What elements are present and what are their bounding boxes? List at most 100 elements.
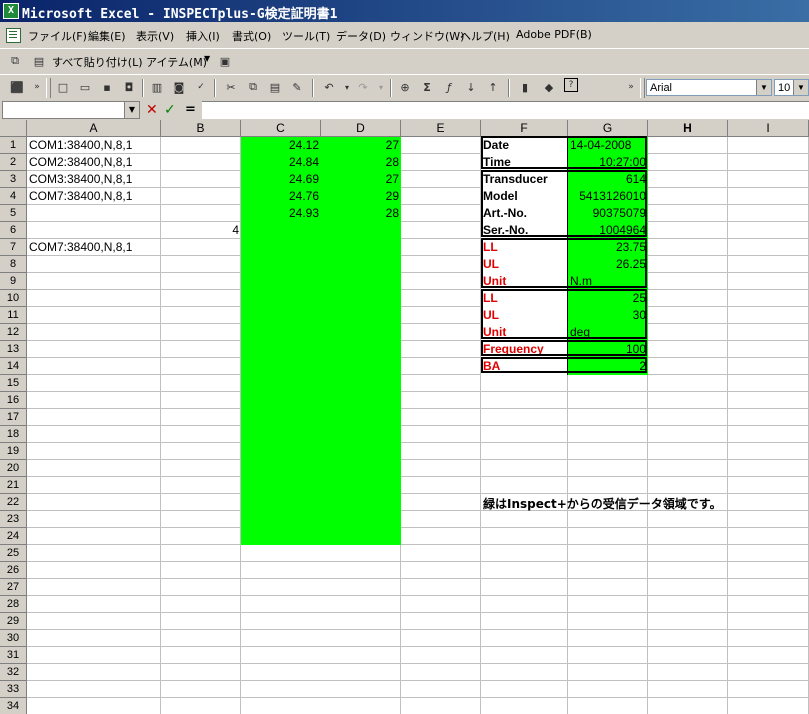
row-header-8[interactable]: 8 [0,256,27,273]
row-header-16[interactable]: 16 [0,392,27,409]
items-dropdown[interactable]: アイテム(M) [146,54,207,70]
menu-window[interactable]: ウィンドウ(W) [390,28,464,44]
menu-view[interactable]: 表示(V) [136,28,174,44]
menu-adobe-pdf[interactable]: Adobe PDF(B) [516,28,592,41]
font-size-combo[interactable]: 10 ▼ [774,79,809,96]
row-header-7[interactable]: 7 [0,239,27,256]
row-header-19[interactable]: 19 [0,443,27,460]
column-header-h[interactable]: H [648,120,728,137]
row-header-29[interactable]: 29 [0,613,27,630]
row-header-6[interactable]: 6 [0,222,27,239]
row-header-27[interactable]: 27 [0,579,27,596]
cut-icon[interactable]: ✂ [222,78,240,96]
formula-input[interactable] [202,101,809,119]
row-header-22[interactable]: 22 [0,494,27,511]
save-icon[interactable]: ▪ [98,78,116,96]
menu-format[interactable]: 書式(O) [232,28,271,44]
paste-icon[interactable]: ▤ [30,52,48,70]
info-label[interactable]: UL [481,307,568,324]
column-header-a[interactable]: A [27,120,161,137]
sort-ascending-icon[interactable]: ↓ [462,78,480,96]
info-label[interactable]: Unit [481,324,568,341]
name-box[interactable]: ▼ [2,101,140,119]
redo-icon[interactable]: ↷ [354,78,372,96]
column-header-f[interactable]: F [481,120,568,137]
cell-a1[interactable]: COM1:38400,N,8,1 [27,137,241,154]
help-icon[interactable]: ? [564,78,578,92]
row-header-28[interactable]: 28 [0,596,27,613]
select-all-corner[interactable] [0,120,27,137]
info-label[interactable]: Date [481,137,568,154]
row-header-14[interactable]: 14 [0,358,27,375]
info-value[interactable]: 100 [568,341,648,358]
row-header-24[interactable]: 24 [0,528,27,545]
cell-d1[interactable]: 27 [321,137,401,154]
insert-function-icon[interactable]: ƒ [440,78,458,96]
excel-app-icon[interactable]: X [3,3,19,19]
row-header-10[interactable]: 10 [0,290,27,307]
info-value[interactable]: 26.25 [568,256,648,273]
row-header-18[interactable]: 18 [0,426,27,443]
cell-a3[interactable]: COM3:38400,N,8,1 [27,171,241,188]
row-header-31[interactable]: 31 [0,647,27,664]
menu-file[interactable]: ファイル(F) [28,28,87,44]
chevron-down-icon[interactable]: ▼ [124,102,139,118]
menu-insert[interactable]: 挿入(I) [186,28,220,44]
row-header-23[interactable]: 23 [0,511,27,528]
cell-d2[interactable]: 28 [321,154,401,171]
clipboard-icon[interactable]: ▣ [216,52,234,70]
row-header-4[interactable]: 4 [0,188,27,205]
row-header-30[interactable]: 30 [0,630,27,647]
info-value[interactable]: deg [568,324,648,341]
cell-a4[interactable]: COM7:38400,N,8,1 [27,188,241,205]
cell-c2[interactable]: 24.84 [241,154,321,171]
cell-a7[interactable]: COM7:38400,N,8,1 [27,239,241,256]
row-header-3[interactable]: 3 [0,171,27,188]
info-value[interactable]: 14-04-2008 [568,137,648,154]
workbook-icon[interactable] [6,28,21,43]
print-icon[interactable]: ▥ [148,78,166,96]
insert-function-button[interactable]: = [185,102,196,117]
cell-a6[interactable]: 4 [27,222,241,239]
row-header-17[interactable]: 17 [0,409,27,426]
open-folder-icon[interactable]: ▭ [76,78,94,96]
hyperlink-icon[interactable]: ⊕ [396,78,414,96]
toolbar-overflow-icon[interactable]: » [28,78,46,96]
paste-icon[interactable]: ▤ [266,78,284,96]
row-header-9[interactable]: 9 [0,273,27,290]
column-header-d[interactable]: D [321,120,401,137]
info-label[interactable]: Time [481,154,568,171]
worksheet-grid[interactable]: A B C D E F G H I 1 2 3 4 5 6 7 8 9 10 11 12 13 14 15 16 17 18 19 20… [0,120,809,714]
format-painter-icon[interactable]: ✎ [288,78,306,96]
chevron-down-icon[interactable]: ▾ [372,78,390,96]
chevron-down-icon[interactable]: ▼ [204,54,210,63]
pdf-icon[interactable]: ⬛ [8,78,26,96]
info-label[interactable]: Unit [481,273,568,290]
info-label[interactable]: Art.-No. [481,205,568,222]
menu-edit[interactable]: 編集(E) [88,28,126,44]
info-value[interactable]: 2 [568,358,648,375]
row-header-11[interactable]: 11 [0,307,27,324]
menu-help[interactable]: ヘルプ(H) [460,28,510,44]
info-value[interactable]: 30 [568,307,648,324]
info-value[interactable]: N.m [568,273,648,290]
row-header-33[interactable]: 33 [0,681,27,698]
autosum-icon[interactable]: Σ [418,78,436,96]
cell-c3[interactable]: 24.69 [241,171,321,188]
row-header-32[interactable]: 32 [0,664,27,681]
column-header-e[interactable]: E [401,120,481,137]
paste-all-button[interactable]: すべて貼り付け(L) [52,54,143,70]
cell-c4[interactable]: 24.76 [241,188,321,205]
info-value[interactable]: 10:27:00 [568,154,648,171]
permission-icon[interactable]: ◘ [120,78,138,96]
chevron-down-icon[interactable]: ▼ [756,80,771,95]
row-header-25[interactable]: 25 [0,545,27,562]
info-label[interactable]: Transducer [481,171,568,188]
cancel-icon[interactable]: ✕ [146,102,158,118]
spelling-icon[interactable]: ✓ [192,78,210,96]
row-header-12[interactable]: 12 [0,324,27,341]
info-value[interactable]: 23.75 [568,239,648,256]
column-header-i[interactable]: I [728,120,809,137]
info-label[interactable]: Frequency [481,341,568,358]
print-preview-icon[interactable]: ◙ [170,78,188,96]
